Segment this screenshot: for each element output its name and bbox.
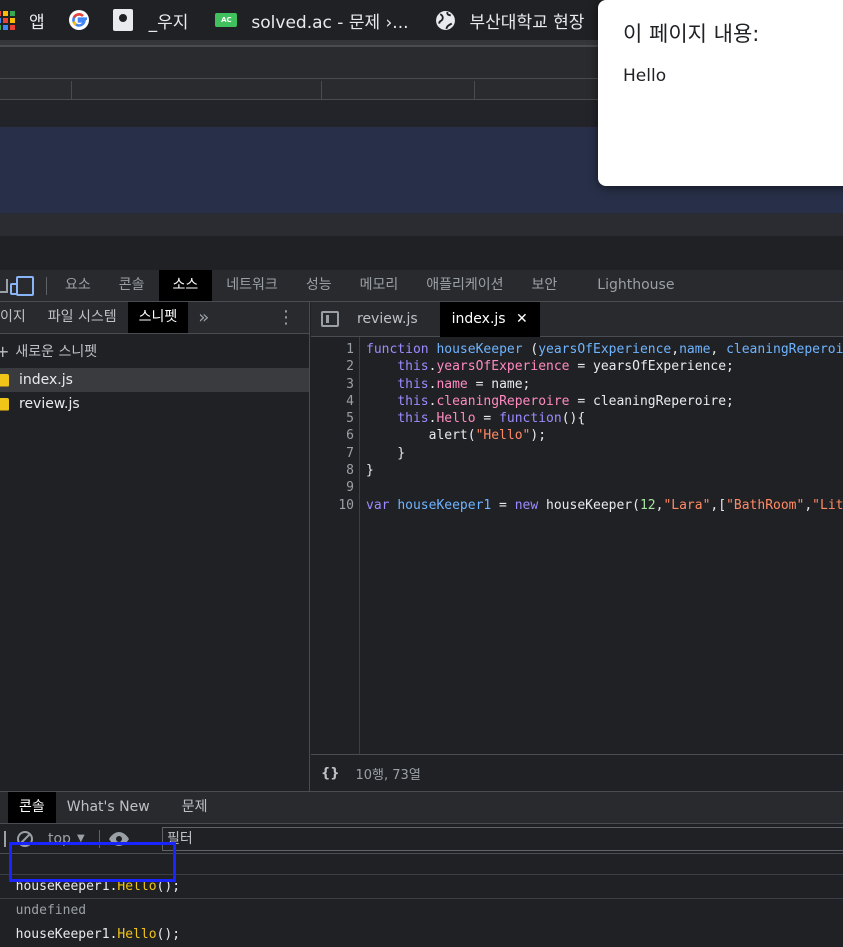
page-strip-lower [0,213,843,236]
file-item-index[interactable]: index.js [0,368,309,392]
drawer-menu-icon[interactable] [0,801,2,815]
drawer-tab-console[interactable]: 콘솔 [8,792,56,823]
code-line-5: this.Hello = function(){ [397,411,586,427]
sidebar-toggle-icon[interactable] [0,830,6,847]
code-line-10: var houseKeeper1 = new houseKeeper(12,"L… [366,497,843,513]
editor-tab-index[interactable]: index.js ✕ [439,301,540,337]
line-number: 6 [346,428,354,444]
new-snippet-button[interactable]: + 새로운 스니펫 [0,334,309,368]
editor-tabbar: review.js index.js ✕ [311,301,843,337]
pretty-print-button[interactable]: {} [321,766,340,781]
file-item-review[interactable]: review.js [0,392,309,416]
bookmark-page-icon [112,9,133,31]
tab-sources[interactable]: 소스 [158,270,213,301]
code-line-7: } [366,445,406,461]
code-line-2: this.yearsOfExperience = yearsOfExperien… [397,359,734,375]
globe-icon [435,10,455,30]
bookmark-label: _우지 [148,12,189,33]
toolbar-divider [46,276,47,295]
tab-application[interactable]: 애플리케이션 [412,270,517,301]
code-line-4: this.cleaningReperoire = cleaningReperoi… [397,393,734,409]
line-number: 4 [346,393,354,409]
cursor-position: 10행, 73열 [355,767,421,783]
new-snippet-label: 새로운 스니펫 [15,344,98,360]
bookmark-solvedac[interactable]: AC solved.ac - 문제 ›... [215,0,409,40]
line-number-gutter: 1 2 3 4 5 6 7 8 9 10 [311,337,360,754]
highlight-annotation-box [9,842,176,882]
tab-performance[interactable]: 성능 [292,270,346,301]
line-number: 3 [346,376,354,392]
tab-filesystem[interactable]: 파일 시스템 [37,302,128,333]
code-line-6: alert("Hello"); [366,428,547,444]
tab-label: index.js [451,310,506,327]
device-toolbar-icon[interactable] [10,275,34,296]
js-file-icon [0,397,9,411]
drawer-tabbar: 콘솔 What's New 문제 [0,791,843,824]
drawer-tab-whats-new[interactable]: What's New [56,792,161,823]
tab-memory[interactable]: 메모리 [346,270,413,301]
solvedac-icon: AC [215,13,238,27]
alert-dialog: 이 페이지 내용: Hello [598,0,843,186]
code-editor: review.js index.js ✕ 1 2 3 4 5 6 7 8 9 1… [311,301,843,791]
line-number: 1 [346,342,354,357]
console-prompt-line[interactable]: houseKeeper1.Hello(); [0,899,843,942]
tab-console[interactable]: 콘솔 [105,270,159,301]
tab-lighthouse[interactable]: Lighthouse [571,270,688,301]
line-number: 7 [346,445,354,461]
console-entry-text: houseKeeper1.Hello(); [15,927,181,942]
js-file-icon [0,373,9,387]
page-footer-area [0,236,843,270]
bookmark-google[interactable] [67,0,91,40]
tab-snippets[interactable]: 스니펫 [127,302,189,333]
apps-grid-icon [0,10,15,30]
sources-navigator: 이지 파일 시스템 스니펫 » ⋮ + 새로운 스니펫 index.js rev… [0,302,310,791]
code-line-3: this.name = name; [397,376,531,392]
tab-network[interactable]: 네트워크 [212,270,292,301]
code-content[interactable]: function houseKeeper (yearsOfExperience,… [366,337,843,754]
code-line-1: function houseKeeper (yearsOfExperience,… [366,342,843,357]
editor-tab-review[interactable]: review.js [345,302,430,337]
tab-elements[interactable]: 요소 [51,270,105,301]
bookmark-pnu[interactable]: 부산대학교 현장 [435,0,585,40]
alert-message: Hello [623,66,667,86]
bookmark-label: 앱 [29,12,45,33]
more-tabs-icon[interactable]: » [198,307,209,328]
tab-security[interactable]: 보안 [518,270,572,301]
filter-input[interactable]: 필터 [162,827,843,851]
devtools-tabbar: 요소 콘솔 소스 네트워크 성능 메모리 애플리케이션 보안 Lighthous… [0,270,843,302]
bookmark-uji[interactable]: _우지 [112,0,189,40]
code-line-8: } [366,463,374,479]
drawer-tab-issues[interactable]: 문제 [171,792,219,823]
tab-page[interactable]: 이지 [0,302,37,333]
line-number: 10 [338,497,354,513]
line-number: 5 [346,411,354,427]
line-number: 8 [346,463,354,479]
bookmark-label: solved.ac - 문제 ›... [251,12,409,33]
alert-title: 이 페이지 내용: [623,22,760,46]
bookmark-apps[interactable]: 앱 [0,0,45,40]
plus-icon: + [0,341,10,361]
file-name: review.js [19,396,80,412]
editor-statusbar: {} 10행, 73열 [311,754,843,791]
more-options-icon[interactable]: ⋮ [277,308,295,326]
file-name: index.js [19,372,73,388]
navigator-tabbar: 이지 파일 시스템 스니펫 » ⋮ [0,302,309,334]
google-icon [68,10,89,30]
line-number: 2 [346,359,354,375]
line-number: 9 [346,480,354,496]
close-tab-icon[interactable]: ✕ [516,311,528,327]
toggle-navigator-icon[interactable] [321,311,339,327]
bookmark-label: 부산대학교 현장 [469,12,585,33]
inspect-element-icon[interactable] [0,278,8,293]
